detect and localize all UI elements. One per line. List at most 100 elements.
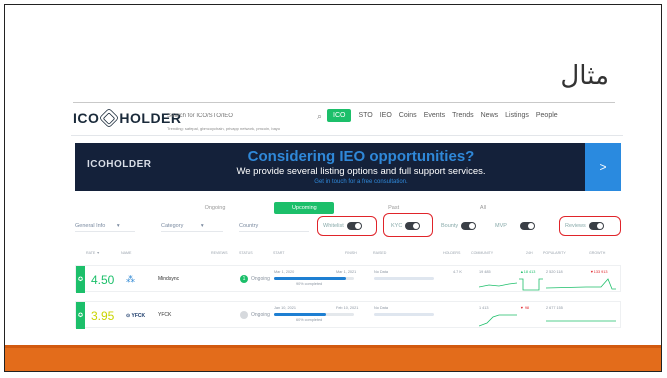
col-status[interactable]: STATUS [239, 251, 253, 255]
banner-logo: ICOHOLDER [87, 159, 152, 170]
nav-trends[interactable]: Trends [452, 109, 474, 122]
24h-sparkline [519, 278, 543, 291]
slide-title: مثال [560, 61, 609, 91]
mvp-toggle[interactable]: MVP [495, 222, 535, 230]
popularity-sparkline [546, 278, 616, 290]
row-community: 19 485 [479, 270, 491, 274]
nav-events[interactable]: Events [424, 109, 445, 122]
toggle-switch[interactable] [519, 222, 535, 230]
banner-contact: Get in touch for a free consultation. [314, 179, 408, 185]
yfck-logo-icon: ⊙ YFCK [126, 313, 146, 319]
toggle-switch[interactable] [461, 222, 477, 230]
country-select[interactable]: Country [239, 223, 309, 232]
row-growth: ▼133 913 [590, 270, 608, 274]
row-holders: 4.7 K [453, 270, 462, 274]
row-start-date: Mar 1, 2020 [274, 270, 295, 274]
bounty-toggle[interactable]: Bounty [441, 222, 477, 230]
banner-subtitle: We provide several listing options and f… [236, 166, 486, 177]
row-rate: 3.95 [91, 309, 115, 323]
reviews-count-badge[interactable]: 1 [240, 275, 248, 283]
nav-people[interactable]: People [536, 109, 558, 122]
main-nav: ICO STO IEO Coins Events Trends News Lis… [327, 109, 558, 122]
category-label: Category [161, 223, 184, 229]
row-finish-date: Feb 10, 2021 [336, 306, 359, 310]
tab-all[interactable]: All [453, 202, 513, 214]
col-start[interactable]: START [273, 251, 284, 255]
progress-label: 60% completed [296, 318, 323, 322]
row-name[interactable]: Mindsync [158, 276, 179, 282]
row-raised: No Data [374, 270, 388, 274]
banner-arrow-icon[interactable]: > [585, 143, 621, 191]
row-status: Ongoing [251, 312, 270, 318]
table-row[interactable]: ✪ 4.50 ⁂ Mindsync 1 Ongoing Mar 1, 2020 … [75, 265, 621, 293]
chevron-down-icon: ▾ [116, 223, 120, 229]
row-start-date: Jan 10, 2021 [274, 306, 296, 310]
col-finish[interactable]: FINISH [345, 251, 357, 255]
col-24h[interactable]: 24H [526, 251, 533, 255]
col-community[interactable]: COMMUNITY [471, 251, 493, 255]
mindsync-logo-icon: ⁂ [126, 274, 135, 284]
header-divider [71, 135, 623, 136]
star-icon[interactable]: ✪ [78, 276, 83, 283]
col-raised[interactable]: RAISED [373, 251, 386, 255]
nav-ieo[interactable]: IEO [380, 109, 392, 122]
logo-hex-icon [99, 107, 120, 129]
slide: مثال ICO HOLDER ⌕ Trending: safepal, gbm… [4, 4, 662, 372]
col-growth[interactable]: GROWTH [589, 251, 605, 255]
tab-upcoming[interactable]: Upcoming [274, 202, 335, 214]
col-popularity[interactable]: POPULARITY [543, 251, 566, 255]
row-rate: 4.50 [91, 273, 115, 287]
general-info-select[interactable]: General Info ▾ [75, 223, 135, 232]
raised-bar [374, 313, 434, 316]
nav-coins[interactable]: Coins [399, 109, 417, 122]
table-row[interactable]: ✪ 3.95 ⊙ YFCK YFCK Ongoing Jan 10, 2021 … [75, 301, 621, 329]
annotation-reviews-outline [559, 216, 621, 236]
row-popularity: 2 677 155 [546, 306, 563, 310]
banner-title: Considering IEO opportunities? [247, 148, 475, 165]
annotation-kyc-outline [383, 213, 433, 237]
popularity-sparkline [546, 320, 616, 322]
progress-bar [274, 277, 354, 280]
nav-news[interactable]: News [481, 109, 499, 122]
nav-listings[interactable]: Listings [505, 109, 529, 122]
row-24h-change: ▲18 413 [520, 270, 536, 274]
col-rate[interactable]: RATE ▼ [86, 251, 100, 255]
progress-bar [274, 313, 354, 316]
community-sparkline [479, 314, 517, 327]
chevron-down-icon: ▾ [200, 223, 204, 229]
row-raised: No Data [374, 306, 388, 310]
ieo-banner[interactable]: ICOHOLDER Considering IEO opportunities?… [75, 143, 621, 191]
col-reviews[interactable]: REVIEWS [211, 251, 228, 255]
row-community: 1 413 [479, 306, 489, 310]
yfck-logo-text: YFCK [131, 313, 146, 319]
general-info-label: General Info [75, 223, 106, 229]
search-input[interactable] [167, 109, 317, 123]
row-24h-change: ▼ 98 [520, 306, 530, 310]
trending-links[interactable]: Trending: safepal, gbmcoychain, privapp … [167, 126, 280, 131]
nav-ico[interactable]: ICO [327, 109, 352, 122]
status-tabs: Ongoing Upcoming Past All [185, 202, 513, 214]
title-divider [73, 102, 615, 103]
site-header: ICO HOLDER ⌕ Trending: safepal, gbmcoych… [71, 105, 623, 136]
filter-bar: General Info ▾ Category ▾ Country Whitel… [75, 213, 621, 237]
site-logo[interactable]: ICO HOLDER [73, 107, 182, 129]
row-name[interactable]: YFCK [158, 312, 171, 318]
progress-fill [274, 277, 346, 280]
table-header: RATE ▼ NAME REVIEWS STATUS START FINISH … [75, 251, 621, 261]
slide-footer-band [5, 345, 661, 371]
nav-sto[interactable]: STO [358, 109, 372, 122]
country-label: Country [239, 223, 259, 229]
website-screenshot: ICO HOLDER ⌕ Trending: safepal, gbmcoych… [71, 105, 623, 353]
mvp-label: MVP [495, 223, 507, 229]
tab-ongoing[interactable]: Ongoing [185, 202, 245, 214]
row-popularity: 2 520 118 [546, 270, 563, 274]
star-icon[interactable]: ✪ [78, 312, 83, 319]
row-status: Ongoing [251, 276, 270, 282]
col-holders[interactable]: HOLDERS [443, 251, 460, 255]
annotation-whitelist-outline [317, 216, 377, 236]
category-select[interactable]: Category ▾ [161, 223, 223, 232]
col-name[interactable]: NAME [121, 251, 131, 255]
reviews-count-badge[interactable] [240, 311, 248, 319]
search-icon[interactable]: ⌕ [317, 111, 322, 122]
raised-bar [374, 277, 434, 280]
